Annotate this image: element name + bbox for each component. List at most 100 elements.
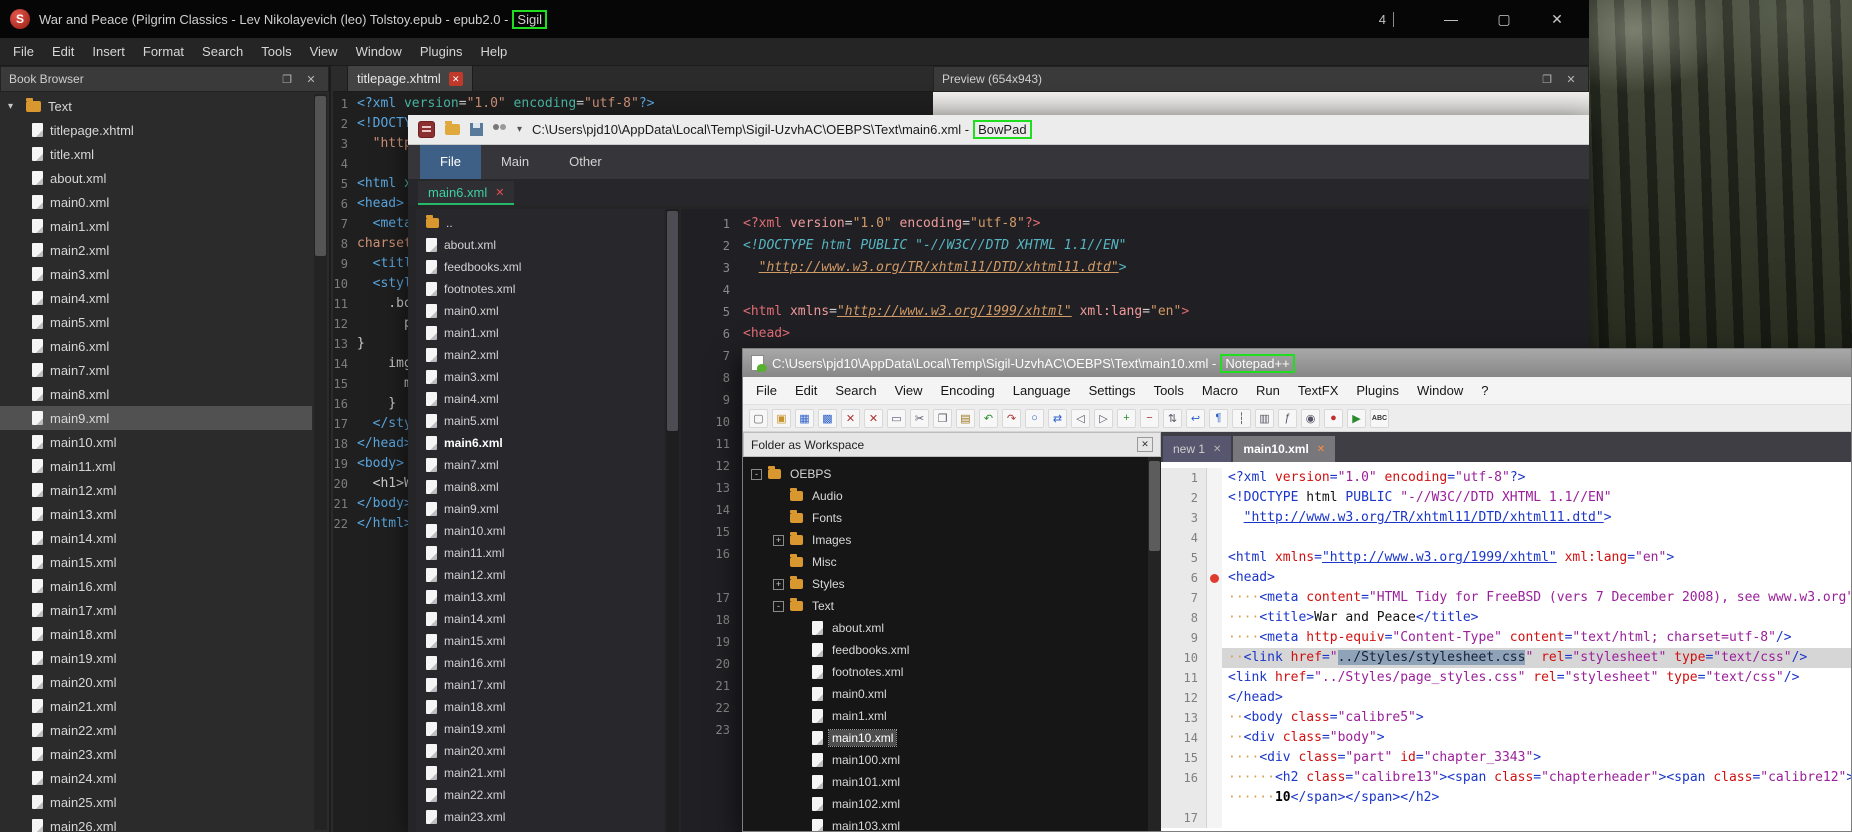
workspace-tree[interactable]: -OEBPSAudioFonts+ImagesMisc+Styles-Texta… (743, 457, 1148, 831)
notepad-menu-tools[interactable]: Tools (1145, 379, 1193, 402)
notepad-menu-edit[interactable]: Edit (786, 379, 826, 402)
bowpad-item-main2-xml[interactable]: main2.xml (416, 344, 664, 366)
tree-item-styles[interactable]: +Styles (743, 573, 1148, 595)
bowpad-item-main24-xml[interactable]: main24.xml (416, 828, 664, 832)
workspace-scrollbar[interactable] (1148, 457, 1161, 831)
book-item-main14-xml[interactable]: main14.xml (0, 526, 312, 550)
tree-item-fonts[interactable]: Fonts (743, 507, 1148, 529)
tree-item-main10-xml[interactable]: main10.xml (743, 727, 1148, 749)
tb-replace-icon[interactable]: ⇄ (1048, 409, 1067, 428)
book-item-main24-xml[interactable]: main24.xml (0, 766, 312, 790)
tree-item-main1-xml[interactable]: main1.xml (743, 705, 1148, 727)
bowpad-item-main8-xml[interactable]: main8.xml (416, 476, 664, 498)
bowpad-item-main10-xml[interactable]: main10.xml (416, 520, 664, 542)
notepad-tab-main10-xml[interactable]: main10.xml✕ (1233, 436, 1335, 462)
book-item-main22-xml[interactable]: main22.xml (0, 718, 312, 742)
sigil-menu-edit[interactable]: Edit (43, 40, 83, 63)
sigil-menu-help[interactable]: Help (471, 40, 516, 63)
tb-print-icon[interactable]: ▭ (887, 409, 906, 428)
bowpad-item-main5-xml[interactable]: main5.xml (416, 410, 664, 432)
bowpad-item-main1-xml[interactable]: main1.xml (416, 322, 664, 344)
scrollbar-thumb[interactable] (315, 96, 326, 256)
tb-word-wrap-icon[interactable]: ↩ (1186, 409, 1205, 428)
bowpad-item-item[interactable]: .. (416, 212, 664, 234)
bowpad-file-list[interactable]: ..about.xmlfeedbooks.xmlfootnotes.xmlmai… (416, 209, 664, 832)
sigil-menu-view[interactable]: View (301, 40, 347, 63)
bowpad-scrollbar[interactable] (666, 209, 679, 832)
tb-doc-map-icon[interactable]: ▥ (1255, 409, 1274, 428)
bowpad-ribbon-tab-main[interactable]: Main (481, 145, 549, 179)
tree-item-footnotes-xml[interactable]: footnotes.xml (743, 661, 1148, 683)
book-item-main19-xml[interactable]: main19.xml (0, 646, 312, 670)
panel-close-icon[interactable]: ✕ (302, 73, 320, 86)
undock-icon[interactable]: ❐ (1538, 73, 1556, 86)
tree-item-main0-xml[interactable]: main0.xml (743, 683, 1148, 705)
bowpad-item-main14-xml[interactable]: main14.xml (416, 608, 664, 630)
share-icon[interactable] (493, 124, 507, 136)
tree-item-misc[interactable]: Misc (743, 551, 1148, 573)
tb-sync-scroll-icon[interactable]: ⇅ (1163, 409, 1182, 428)
bowpad-item-main4-xml[interactable]: main4.xml (416, 388, 664, 410)
book-item-main3-xml[interactable]: main3.xml (0, 262, 312, 286)
bowpad-item-main16-xml[interactable]: main16.xml (416, 652, 664, 674)
bowpad-item-main6-xml[interactable]: main6.xml (416, 432, 664, 454)
book-item-main11-xml[interactable]: main11.xml (0, 454, 312, 478)
scrollbar-thumb[interactable] (667, 211, 678, 431)
book-item-main15-xml[interactable]: main15.xml (0, 550, 312, 574)
tb-cut-icon[interactable]: ✂ (910, 409, 929, 428)
notepad-menu-run[interactable]: Run (1247, 379, 1289, 402)
bowpad-item-main21-xml[interactable]: main21.xml (416, 762, 664, 784)
tb-function-list-icon[interactable]: ƒ (1278, 409, 1297, 428)
bowpad-item-main9-xml[interactable]: main9.xml (416, 498, 664, 520)
tb-zoom-out-icon[interactable]: − (1140, 409, 1159, 428)
book-item-main6-xml[interactable]: main6.xml (0, 334, 312, 358)
notepad-menu-help[interactable]: ? (1472, 379, 1497, 402)
bowpad-ribbon-tab-other[interactable]: Other (549, 145, 622, 179)
book-item-main17-xml[interactable]: main17.xml (0, 598, 312, 622)
tb-close-all-icon[interactable]: ✕ (864, 409, 883, 428)
book-item-main1-xml[interactable]: main1.xml (0, 214, 312, 238)
bowpad-item-main19-xml[interactable]: main19.xml (416, 718, 664, 740)
tb-redo-icon[interactable]: ↷ (1002, 409, 1021, 428)
book-browser-scrollbar[interactable] (314, 94, 327, 830)
tb-monitor-icon[interactable]: ◉ (1301, 409, 1320, 428)
tb-macro-play-icon[interactable]: ▶ (1347, 409, 1366, 428)
book-item-main4-xml[interactable]: main4.xml (0, 286, 312, 310)
book-file-list[interactable]: ▾Texttitlepage.xhtmltitle.xmlabout.xmlma… (0, 94, 312, 832)
bowpad-item-main20-xml[interactable]: main20.xml (416, 740, 664, 762)
sigil-menu-tools[interactable]: Tools (252, 40, 300, 63)
minimize-button[interactable]: — (1429, 11, 1473, 27)
notepad-menu-textfx[interactable]: TextFX (1289, 379, 1347, 402)
sigil-menu-window[interactable]: Window (347, 40, 411, 63)
notepad-tab-new-1[interactable]: new 1✕ (1163, 436, 1231, 462)
notepad-menu-plugins[interactable]: Plugins (1347, 379, 1408, 402)
notepad-menu-file[interactable]: File (747, 379, 786, 402)
tree-item-main103-xml[interactable]: main103.xml (743, 815, 1148, 831)
bowpad-item-main18-xml[interactable]: main18.xml (416, 696, 664, 718)
tb-indent-guide-icon[interactable]: ┆ (1232, 409, 1251, 428)
bowpad-item-feedbooks-xml[interactable]: feedbooks.xml (416, 256, 664, 278)
tb-spell-check-icon[interactable]: ABC (1370, 409, 1389, 428)
book-item-main20-xml[interactable]: main20.xml (0, 670, 312, 694)
book-item-main10-xml[interactable]: main10.xml (0, 430, 312, 454)
undock-icon[interactable]: ❐ (278, 73, 296, 86)
tree-item-oebps[interactable]: -OEBPS (743, 463, 1148, 485)
tb-find-next-icon[interactable]: ▷ (1094, 409, 1113, 428)
bowpad-item-main15-xml[interactable]: main15.xml (416, 630, 664, 652)
book-item-main9-xml[interactable]: main9.xml (0, 406, 312, 430)
panel-close-icon[interactable]: ✕ (1562, 73, 1580, 86)
open-folder-icon[interactable] (445, 124, 460, 135)
sigil-menu-plugins[interactable]: Plugins (411, 40, 472, 63)
bowpad-item-main23-xml[interactable]: main23.xml (416, 806, 664, 828)
tb-open-icon[interactable]: ▣ (772, 409, 791, 428)
notepad-menu-language[interactable]: Language (1004, 379, 1080, 402)
tree-item-feedbooks-xml[interactable]: feedbooks.xml (743, 639, 1148, 661)
expand-icon[interactable]: + (773, 579, 784, 590)
collapse-icon[interactable]: - (773, 601, 784, 612)
bowpad-item-footnotes-xml[interactable]: footnotes.xml (416, 278, 664, 300)
book-item-main2-xml[interactable]: main2.xml (0, 238, 312, 262)
tb-save-all-icon[interactable]: ▩ (818, 409, 837, 428)
panel-close-icon[interactable]: ✕ (1137, 437, 1153, 452)
bowpad-item-main3-xml[interactable]: main3.xml (416, 366, 664, 388)
bowpad-item-main13-xml[interactable]: main13.xml (416, 586, 664, 608)
